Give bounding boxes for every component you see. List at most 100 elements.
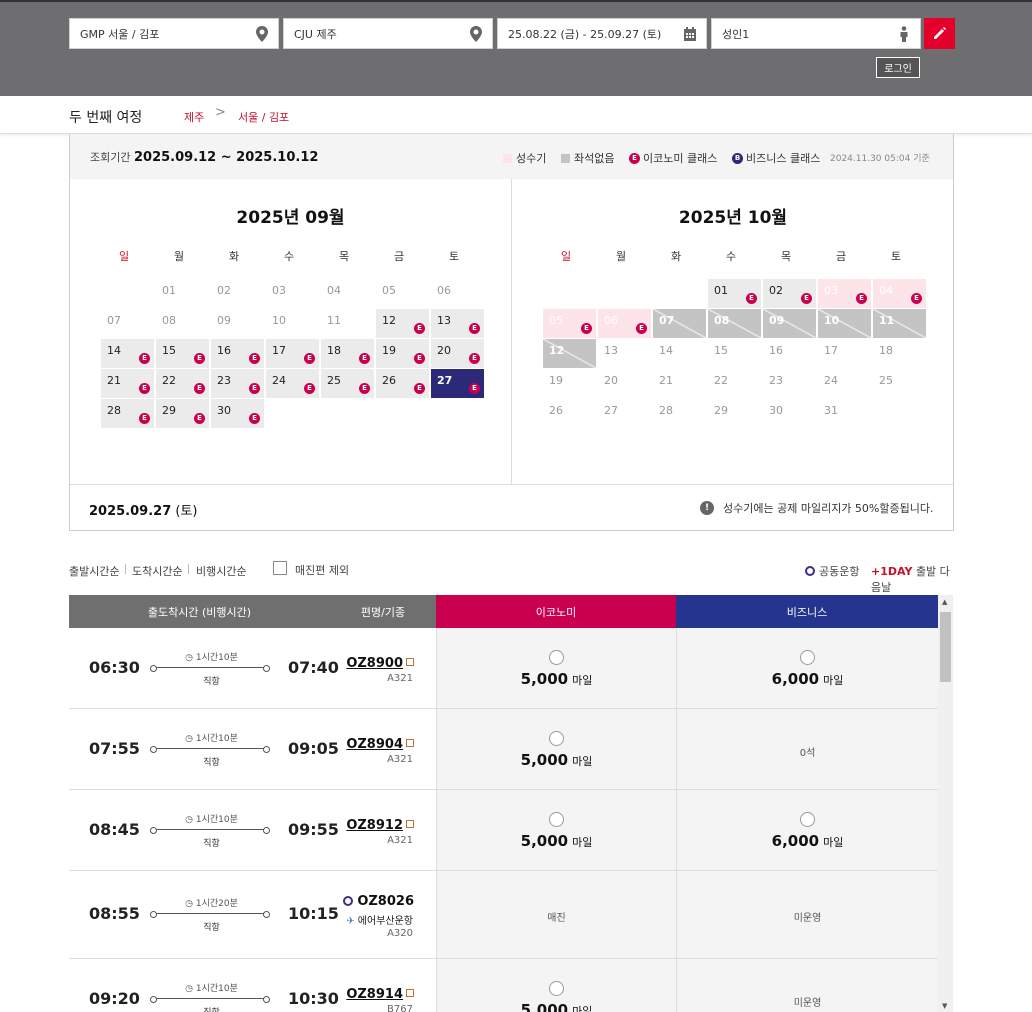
calendar-day[interactable]: 27 E — [431, 369, 484, 398]
peak-surcharge-note: ! 성수기에는 공제 마일리지가 50%할증됩니다. — [700, 500, 933, 516]
economy-badge-icon: E — [359, 383, 370, 394]
share-icon[interactable] — [406, 820, 414, 828]
login-button[interactable]: 로그인 — [876, 57, 920, 78]
person-icon — [900, 26, 908, 42]
calendar-day[interactable]: 07 — [653, 309, 706, 338]
economy-fare-cell[interactable]: 5,000 마일 — [436, 628, 676, 708]
business-fare-cell: 0석 — [676, 709, 938, 789]
calendar-day[interactable]: 14 E — [101, 339, 154, 368]
share-icon[interactable] — [406, 739, 414, 747]
calendar-day[interactable]: 01 E — [708, 279, 761, 308]
business-fare-cell[interactable]: 6,000 마일 — [676, 628, 938, 708]
calendar-day[interactable]: 28 E — [101, 399, 154, 428]
flight-number[interactable]: OZ8914 — [346, 987, 414, 1002]
fare-radio[interactable] — [548, 650, 564, 665]
passenger-field[interactable]: 성인1 — [711, 18, 921, 49]
business-fare-cell[interactable]: 6,000 마일 — [676, 790, 938, 870]
table-scrollbar[interactable]: ▲ ▼ — [938, 595, 953, 1012]
scroll-up-icon[interactable]: ▲ — [942, 598, 947, 606]
day-number: 16 — [217, 344, 231, 357]
weekday-label: 일 — [560, 250, 572, 263]
calendar-day[interactable]: 19 E — [376, 339, 429, 368]
flight-number[interactable]: OZ8912 — [346, 818, 414, 833]
calendar-day[interactable]: 17 E — [266, 339, 319, 368]
calendar-day[interactable]: 03 E — [818, 279, 871, 308]
peak-swatch-icon — [503, 153, 512, 163]
day-number: 15 — [162, 344, 176, 357]
exclude-soldout-checkbox[interactable] — [273, 561, 287, 575]
flight-number[interactable]: OZ8026 — [343, 894, 414, 909]
day-number: 14 — [107, 344, 121, 357]
calendar-day[interactable]: 18 E — [321, 339, 374, 368]
economy-badge-icon: E — [581, 323, 592, 334]
calendar-day[interactable]: 23 E — [211, 369, 264, 398]
date-field[interactable]: 25.08.22 (금) - 25.09.27 (토) — [497, 18, 707, 49]
day-number: 19 — [382, 344, 396, 357]
calendar-day[interactable]: 20 E — [431, 339, 484, 368]
calendar-day[interactable]: 15 E — [156, 339, 209, 368]
fare-status: 0석 — [799, 748, 816, 759]
weekday-label: 토 — [448, 250, 460, 263]
aircraft-type: A320 — [387, 928, 413, 939]
calendar-day[interactable]: 13 E — [431, 309, 484, 338]
day-number: 03 — [824, 284, 838, 297]
share-icon[interactable] — [406, 658, 414, 666]
economy-badge-icon: E — [359, 353, 370, 364]
calendar-day[interactable]: 30 E — [211, 399, 264, 428]
clock-icon: ◷ — [185, 653, 196, 663]
fare-radio[interactable] — [548, 731, 564, 746]
exclude-soldout-label[interactable]: 매진편 제외 — [295, 562, 349, 578]
edit-search-button[interactable] — [924, 18, 955, 49]
calendar-day[interactable]: 05 E — [543, 309, 596, 338]
destination-field[interactable]: CJU 제주 — [283, 18, 493, 49]
calendar-day[interactable]: 16 E — [211, 339, 264, 368]
legend-soldout-label: 좌석없음 — [574, 152, 615, 165]
operator-text: 에어부산운항 — [357, 916, 413, 927]
departure-time: 06:30 — [89, 658, 140, 677]
day-number: 09 — [769, 314, 785, 327]
fare-radio[interactable] — [799, 812, 815, 827]
calendar-day: 27 — [598, 399, 651, 428]
arrival-time: 09:55 — [288, 820, 339, 839]
fare-radio[interactable] — [548, 981, 564, 996]
scroll-down-icon[interactable]: ▼ — [942, 1002, 947, 1010]
calendar-day[interactable]: 10 — [818, 309, 871, 338]
calendar-day[interactable]: 04 E — [873, 279, 926, 308]
calendar-day[interactable]: 21 E — [101, 369, 154, 398]
sort-departure[interactable]: 출발시간순 — [69, 563, 120, 579]
weekday-label: 월 — [615, 250, 627, 263]
calendar-day[interactable]: 11 — [873, 309, 926, 338]
calendar-day[interactable]: 02 E — [763, 279, 816, 308]
table-header: 출도착시간 (비행시간) 편명/기종 이코노미 비즈니스 — [69, 595, 938, 628]
fare-radio[interactable] — [799, 650, 815, 665]
origin-field[interactable]: GMP 서울 / 김포 — [69, 18, 279, 49]
economy-fare-cell[interactable]: 5,000 마일 — [436, 959, 676, 1012]
calendar-day[interactable]: 12 E — [376, 309, 429, 338]
day-number: 07 — [107, 314, 121, 327]
calendar-day[interactable]: 09 — [763, 309, 816, 338]
day-number: 31 — [824, 404, 838, 417]
sort-duration[interactable]: 비행시간순 — [196, 563, 247, 579]
month-october: 2025년 10월 일 월 화 수 목 금 토 01 E 02 E 03 E 04 E 05 E 06 E 07 08 0… — [512, 179, 954, 484]
calendar-day[interactable]: 26 E — [376, 369, 429, 398]
fare-radio[interactable] — [548, 812, 564, 827]
codeshare-label: 공동운항 — [819, 565, 860, 578]
flight-number[interactable]: OZ8900 — [346, 656, 414, 671]
calendar-day[interactable]: 12 — [543, 339, 596, 368]
economy-fare-cell[interactable]: 5,000 마일 — [436, 709, 676, 789]
calendar-day[interactable]: 22 E — [156, 369, 209, 398]
calendar-day[interactable]: 08 — [708, 309, 761, 338]
calendar-day: 25 — [873, 369, 926, 398]
scrollbar-thumb[interactable] — [940, 612, 951, 682]
economy-fare-cell[interactable]: 5,000 마일 — [436, 790, 676, 870]
share-icon[interactable] — [406, 989, 414, 997]
month-title: 2025년 09월 — [236, 208, 345, 228]
flight-number[interactable]: OZ8904 — [346, 737, 414, 752]
sort-arrival[interactable]: 도착시간순 — [132, 563, 183, 579]
calendar-day[interactable]: 06 E — [598, 309, 651, 338]
day-number: 05 — [549, 314, 563, 327]
calendar-day[interactable]: 25 E — [321, 369, 374, 398]
calendar-day[interactable]: 24 E — [266, 369, 319, 398]
calendar-day[interactable]: 29 E — [156, 399, 209, 428]
calendar-day: 06 — [431, 279, 484, 308]
